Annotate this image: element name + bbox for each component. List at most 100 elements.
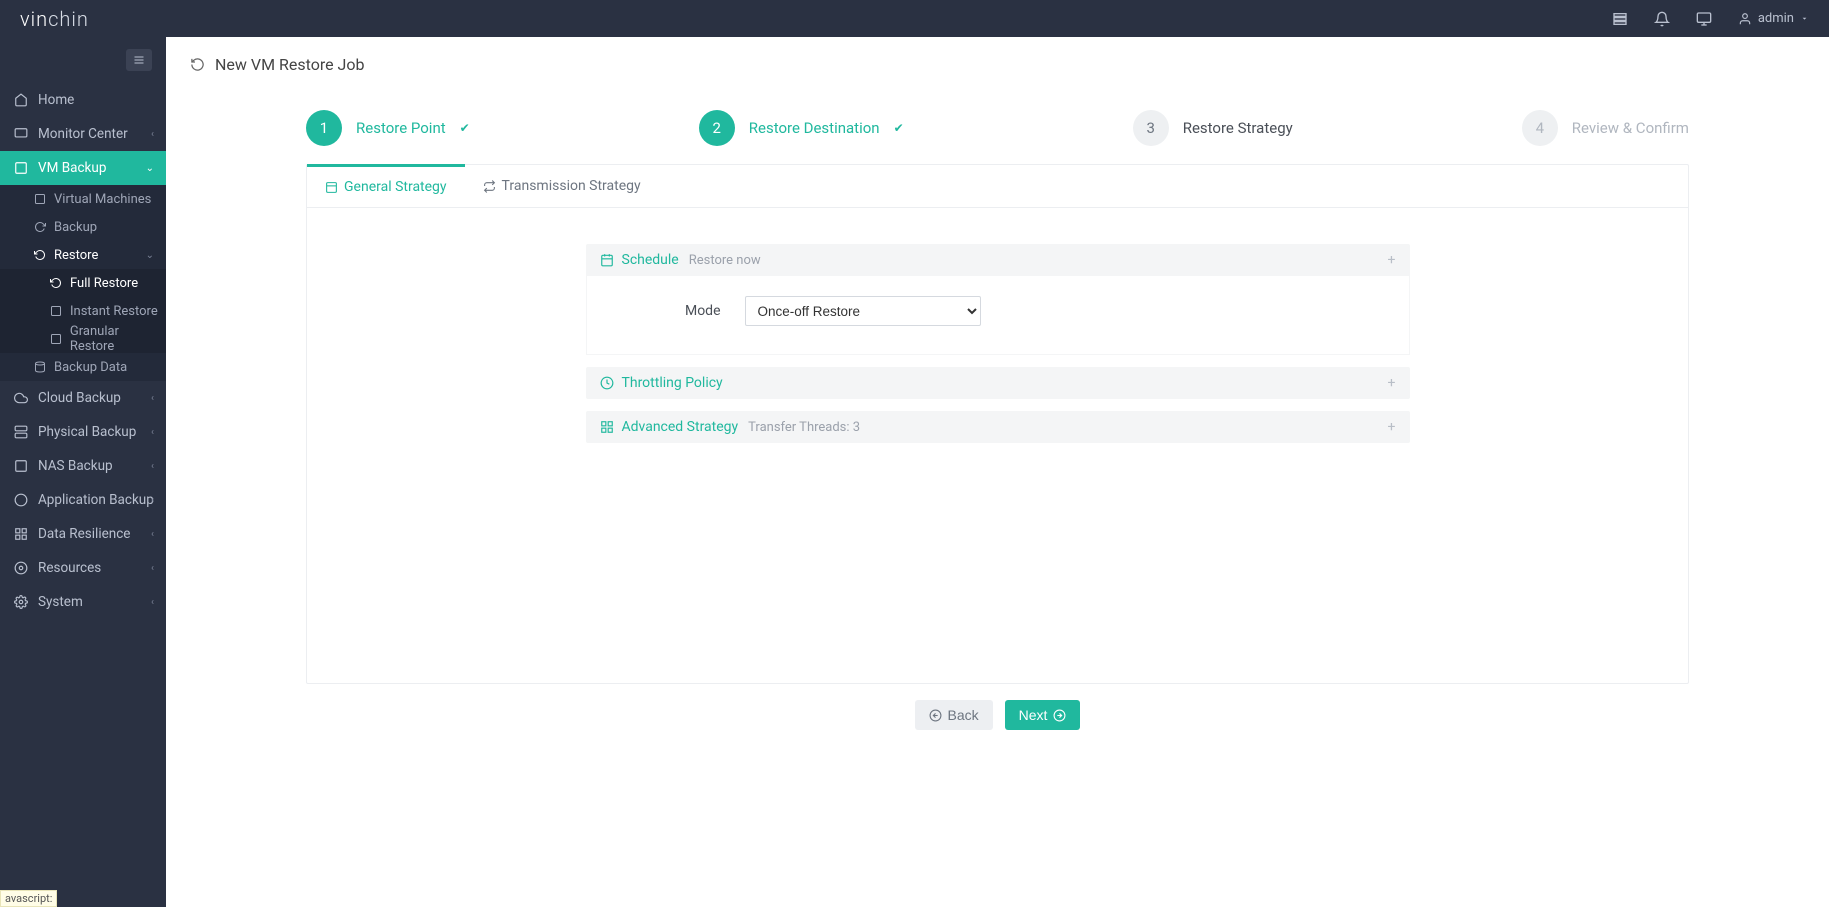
user-label: admin: [1758, 11, 1794, 26]
physical-icon: [12, 425, 30, 439]
brand-part2: chin: [48, 7, 89, 31]
sidebar-sub-label: Restore: [54, 248, 98, 263]
sidebar-sub-backup-data[interactable]: Backup Data: [0, 353, 166, 381]
home-icon: [12, 93, 30, 107]
form-row-mode: Mode Once-off Restore: [611, 296, 1385, 326]
mode-select[interactable]: Once-off Restore: [745, 296, 981, 326]
plus-icon: +: [1388, 252, 1396, 268]
tab-transmission-strategy[interactable]: Transmission Strategy: [465, 165, 659, 207]
vm-list-icon: [32, 193, 48, 205]
resilience-icon: [12, 527, 30, 541]
chevron-left-icon: ‹: [151, 427, 154, 438]
step-label: Review & Confirm: [1572, 119, 1689, 137]
brand-part1: vin: [20, 7, 48, 31]
sidebar-item-label: System: [38, 594, 83, 610]
arrow-left-circle-icon: [929, 709, 942, 722]
chevron-left-icon: ‹: [151, 597, 154, 608]
next-label: Next: [1019, 707, 1048, 723]
sidebar-item-application-backup[interactable]: Application Backup ‹: [0, 483, 166, 517]
gear-icon: [12, 595, 30, 609]
sidebar-item-monitor[interactable]: Monitor Center ‹: [0, 117, 166, 151]
sidebar-sub2-label: Full Restore: [70, 276, 138, 291]
restore-icon: [32, 249, 48, 261]
sidebar-sub-virtual-machines[interactable]: Virtual Machines: [0, 185, 166, 213]
brand-logo: vinchin: [20, 7, 89, 31]
sidebar-collapse-row: [0, 37, 166, 83]
monitor-center-icon: [12, 127, 30, 141]
chevron-down-icon: ⌄: [146, 250, 154, 261]
sidebar-item-resources[interactable]: Resources ‹: [0, 551, 166, 585]
panel-title: Schedule: [622, 252, 679, 268]
sidebar-item-home[interactable]: Home: [0, 83, 166, 117]
tab-general-strategy[interactable]: General Strategy: [307, 164, 465, 207]
tab-label: Transmission Strategy: [502, 178, 641, 194]
transfer-icon: [483, 180, 496, 193]
sidebar-item-system[interactable]: System ‹: [0, 585, 166, 619]
calendar-icon: [600, 253, 614, 267]
chevron-down-icon: [1800, 14, 1809, 23]
step-number: 4: [1522, 110, 1558, 146]
back-label: Back: [948, 707, 979, 723]
check-icon: ✔: [460, 121, 470, 135]
user-icon: [1738, 12, 1752, 26]
sidebar-item-label: Physical Backup: [38, 424, 136, 440]
topbar-right: admin: [1612, 11, 1809, 27]
undo-icon: [190, 57, 205, 72]
step-label: Restore Point: [356, 119, 446, 137]
layout-icon: [325, 181, 338, 194]
panel-schedule-body: Mode Once-off Restore: [586, 276, 1410, 355]
sidebar-sub2-full-restore[interactable]: Full Restore: [0, 269, 166, 297]
user-menu[interactable]: admin: [1738, 11, 1809, 26]
step-number: 1: [306, 110, 342, 146]
step-review-confirm[interactable]: 4 Review & Confirm: [1522, 110, 1689, 146]
sidebar-item-data-resilience[interactable]: Data Resilience ‹: [0, 517, 166, 551]
step-label: Restore Destination: [749, 119, 880, 137]
tab-card-wrap: General Strategy Transmission Strategy S…: [186, 146, 1809, 684]
wizard-steps: 1 Restore Point ✔ 2 Restore Destination …: [186, 100, 1809, 146]
list-icon[interactable]: [1612, 11, 1628, 27]
sidebar-sub-backup[interactable]: Backup: [0, 213, 166, 241]
step-restore-destination[interactable]: 2 Restore Destination ✔: [699, 110, 904, 146]
step-restore-strategy[interactable]: 3 Restore Strategy: [1133, 110, 1293, 146]
sidebar-item-label: Cloud Backup: [38, 390, 121, 406]
sidebar-item-nas-backup[interactable]: NAS Backup ‹: [0, 449, 166, 483]
sidebar-sub-label: Backup Data: [54, 360, 127, 375]
panel-subtitle: Transfer Threads: 3: [748, 420, 860, 435]
main-content: New VM Restore Job 1 Restore Point ✔ 2 R…: [166, 37, 1829, 907]
panel-throttling-header[interactable]: Throttling Policy +: [586, 367, 1410, 399]
sidebar-item-physical-backup[interactable]: Physical Backup ‹: [0, 415, 166, 449]
sidebar-sub2-instant-restore[interactable]: Instant Restore: [0, 297, 166, 325]
sidebar-item-label: Resources: [38, 560, 101, 576]
sidebar-item-label: NAS Backup: [38, 458, 113, 474]
monitor-icon[interactable]: [1696, 11, 1712, 27]
sidebar-sub2-label: Granular Restore: [70, 324, 166, 354]
vm-icon: [12, 161, 30, 175]
plus-icon: +: [1388, 375, 1396, 391]
sidebar-item-label: Application Backup: [38, 492, 154, 508]
gauge-icon: [600, 376, 614, 390]
next-button[interactable]: Next: [1005, 700, 1081, 730]
sidebar-sub2-granular-restore[interactable]: Granular Restore: [0, 325, 166, 353]
sidebar-sub-restore[interactable]: Restore ⌄: [0, 241, 166, 269]
panel-subtitle: Restore now: [689, 253, 761, 268]
sidebar-item-vm-backup[interactable]: VM Backup ⌄: [0, 151, 166, 185]
sidebar-sub-label: Virtual Machines: [54, 192, 151, 207]
bell-icon[interactable]: [1654, 11, 1670, 27]
sidebar-item-cloud-backup[interactable]: Cloud Backup ‹: [0, 381, 166, 415]
back-button[interactable]: Back: [915, 700, 993, 730]
panel-schedule: Schedule Restore now + Mode Once-off Res…: [586, 244, 1410, 355]
panel-advanced-header[interactable]: Advanced Strategy Transfer Threads: 3 +: [586, 411, 1410, 443]
panel-advanced: Advanced Strategy Transfer Threads: 3 +: [586, 411, 1410, 443]
sidebar-item-label: Home: [38, 92, 74, 108]
arrow-right-circle-icon: [1053, 709, 1066, 722]
full-restore-icon: [48, 277, 64, 289]
wizard-footer: Back Next: [186, 684, 1809, 740]
panel-schedule-header[interactable]: Schedule Restore now +: [586, 244, 1410, 276]
step-restore-point[interactable]: 1 Restore Point ✔: [306, 110, 470, 146]
sidebar-collapse-button[interactable]: [126, 49, 152, 71]
chevron-down-icon: ⌄: [146, 163, 154, 174]
database-icon: [32, 361, 48, 373]
app-icon: [12, 493, 30, 507]
tabs: General Strategy Transmission Strategy: [307, 165, 1688, 208]
chevron-left-icon: ‹: [151, 495, 154, 506]
